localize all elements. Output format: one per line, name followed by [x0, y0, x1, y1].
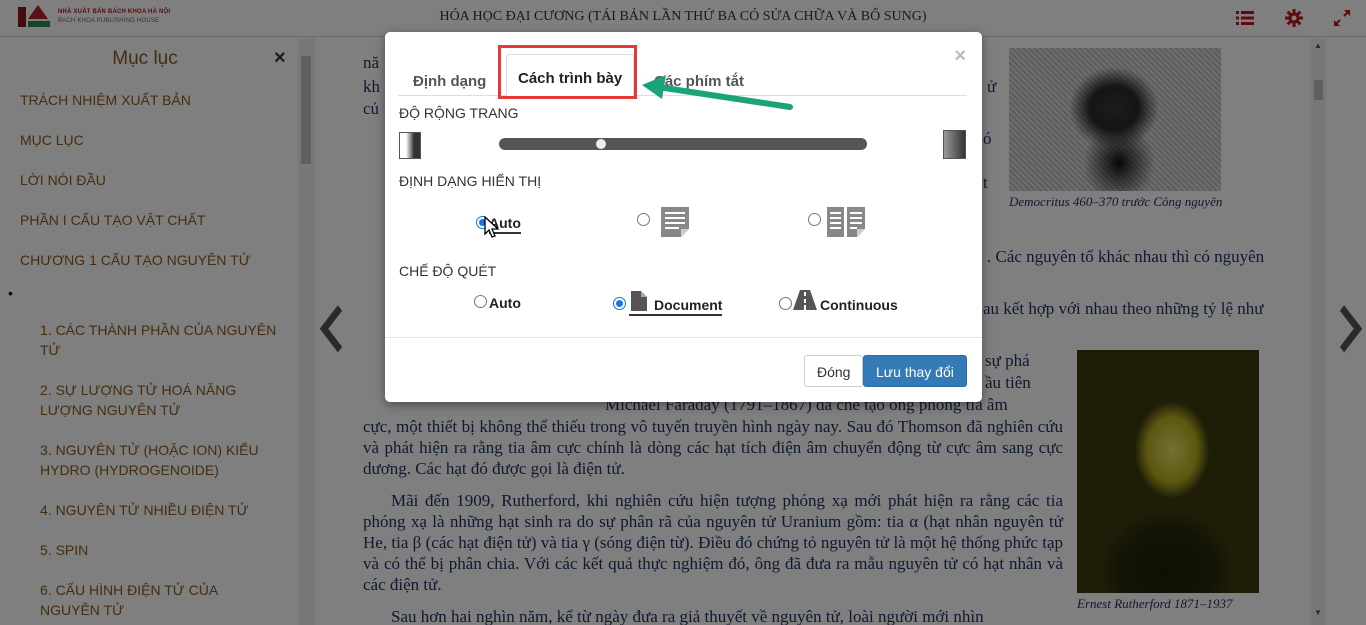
wide-width-icon[interactable]	[943, 130, 966, 159]
double-page-icon[interactable]	[827, 207, 865, 237]
page-width-label: ĐỘ RỘNG TRANG	[399, 105, 519, 121]
mouse-cursor-icon	[484, 216, 500, 238]
narrow-width-icon[interactable]	[399, 132, 421, 159]
page-width-slider[interactable]	[499, 138, 867, 150]
tab-format[interactable]: Định dạng	[413, 60, 486, 96]
save-changes-button[interactable]: Lưu thay đổi	[863, 355, 967, 387]
scan-document-radio[interactable]	[613, 297, 626, 310]
display-double-page-radio[interactable]	[808, 213, 821, 226]
display-single-page-radio[interactable]	[637, 213, 650, 226]
single-page-icon[interactable]	[661, 207, 689, 237]
annotation-arrow	[642, 75, 793, 110]
settings-modal: × Định dạng Cách trình bày Các phím tắt …	[385, 32, 982, 402]
modal-footer: Đóng Lưu thay đổi	[385, 337, 982, 402]
scan-continuous-radio[interactable]	[779, 297, 792, 310]
scan-continuous-label[interactable]: Continuous	[820, 297, 898, 313]
continuous-road-icon	[793, 290, 817, 310]
close-button[interactable]: Đóng	[804, 355, 864, 387]
scan-document-label[interactable]: Document	[629, 297, 723, 316]
scan-auto-label[interactable]: Auto	[489, 295, 521, 311]
scan-mode-label: CHẾ ĐỘ QUÉT	[399, 263, 497, 279]
tab-highlight-box	[498, 45, 637, 99]
page-width-slider-knob[interactable]	[595, 139, 606, 149]
display-format-label: ĐỊNH DẠNG HIỂN THỊ	[399, 173, 542, 189]
scan-auto-radio[interactable]	[474, 295, 487, 308]
